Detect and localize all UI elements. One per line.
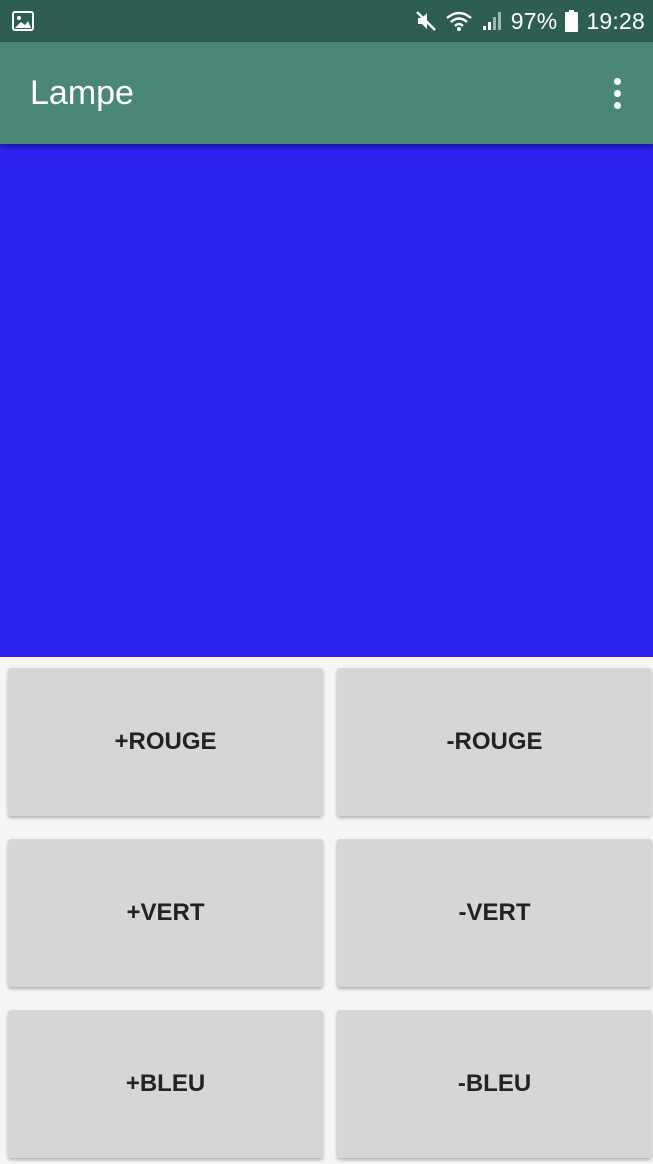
signal-icon bbox=[481, 10, 503, 32]
battery-icon bbox=[565, 10, 579, 32]
increase-green-button[interactable]: +VERT bbox=[8, 839, 323, 987]
image-notification-icon bbox=[12, 11, 34, 31]
overflow-menu-icon[interactable] bbox=[599, 68, 635, 118]
decrease-blue-button[interactable]: -BLEU bbox=[337, 1010, 652, 1158]
app-title: Lampe bbox=[30, 73, 134, 112]
status-bar: 97% 19:28 bbox=[0, 0, 653, 42]
clock: 19:28 bbox=[586, 7, 645, 34]
increase-red-button[interactable]: +ROUGE bbox=[8, 668, 323, 816]
decrease-green-button[interactable]: -VERT bbox=[337, 839, 652, 987]
battery-percent: 97% bbox=[510, 7, 558, 34]
increase-blue-button[interactable]: +BLEU bbox=[8, 1010, 323, 1158]
wifi-icon bbox=[445, 10, 473, 32]
app-bar: Lampe bbox=[0, 42, 653, 144]
decrease-red-button[interactable]: -ROUGE bbox=[337, 668, 652, 816]
lamp-color-display bbox=[0, 144, 653, 657]
mute-icon bbox=[415, 10, 437, 32]
color-controls: +ROUGE -ROUGE +VERT -VERT +BLEU -BLEU bbox=[0, 657, 653, 1164]
